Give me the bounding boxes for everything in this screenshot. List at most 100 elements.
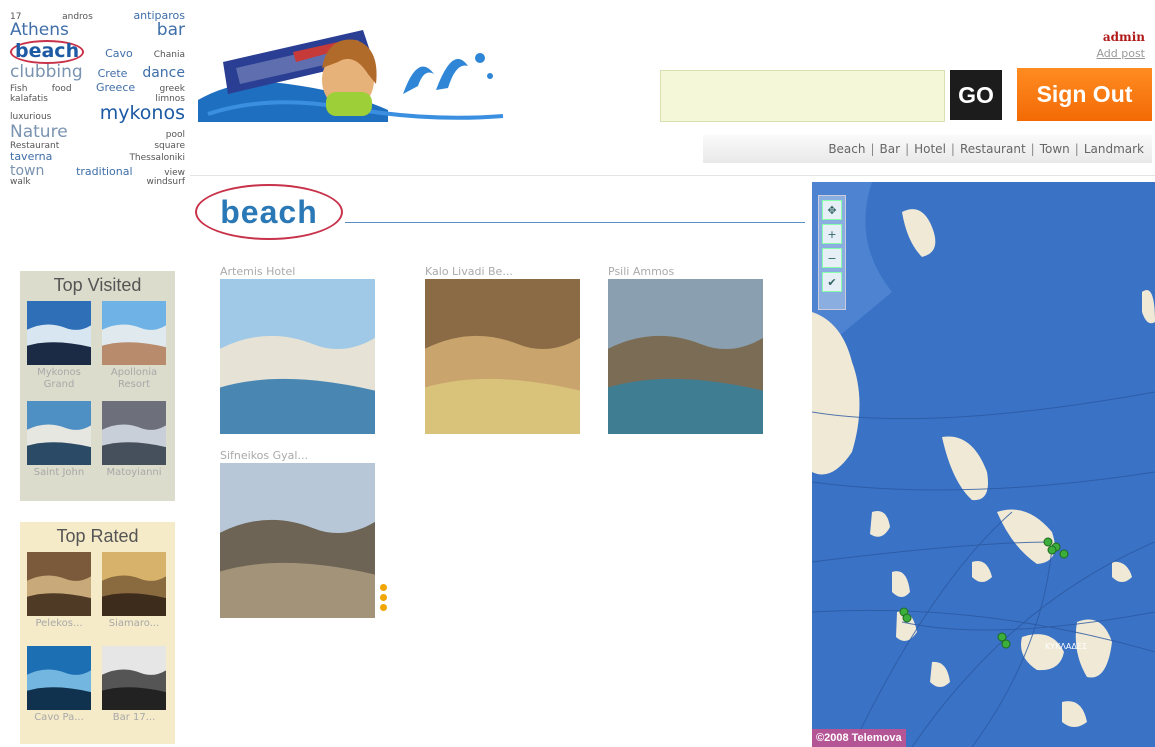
tag-link[interactable]: square <box>154 141 185 151</box>
thumb-caption[interactable]: Apollonia Resort <box>99 367 169 390</box>
top-visited-panel: Top Visited Mykonos Grand Apollonia Resor… <box>20 271 175 501</box>
thumb-photo[interactable] <box>27 646 91 710</box>
category-link[interactable]: Hotel <box>914 142 946 156</box>
thumb-caption[interactable]: Siamaro... <box>99 618 169 630</box>
tag-link[interactable]: clubbing <box>10 63 83 82</box>
category-nav: Beach | Bar | Hotel | Restaurant | Town | Landmark <box>703 135 1152 163</box>
tag-link[interactable]: dance <box>142 66 185 81</box>
tag-cloud-row: Fish food Greece greek <box>10 82 185 94</box>
category-link[interactable]: Beach <box>828 142 865 156</box>
thumb-item[interactable]: Matoyianni <box>99 401 169 501</box>
result-photo[interactable] <box>608 279 763 434</box>
thumb-caption[interactable]: Mykonos Grand <box>24 367 94 390</box>
site-logo[interactable] <box>198 22 508 127</box>
tag-link[interactable]: town <box>10 163 44 179</box>
result-title[interactable]: Psili Ammos <box>608 265 763 279</box>
add-post-link[interactable]: Add post <box>1096 47 1145 60</box>
tag-link[interactable]: Athens <box>10 22 69 40</box>
thumb-photo[interactable] <box>102 646 166 710</box>
tag-link[interactable]: windsurf <box>146 177 185 187</box>
tag-link[interactable]: Nature <box>10 123 68 142</box>
result-card[interactable]: Artemis Hotel <box>220 265 375 434</box>
search-input[interactable] <box>660 70 945 122</box>
result-photo[interactable] <box>220 463 375 618</box>
tag-cloud-row: beach Cavo Chania <box>10 40 185 65</box>
nav-separator: | <box>1030 142 1035 156</box>
header-divider <box>190 175 1155 176</box>
thumb-item[interactable]: Apollonia Resort <box>99 301 169 401</box>
map-controls: ✥ + − ✔ <box>818 195 846 310</box>
tag-link[interactable]: pool <box>166 130 185 140</box>
map-city-label: ΚΥΚΛΑΔΕΣ <box>1045 642 1087 651</box>
page-title-text: beach <box>220 193 318 230</box>
thumb-caption[interactable]: Pelekos... <box>24 618 94 630</box>
tag-link[interactable]: bar <box>157 22 185 40</box>
category-link[interactable]: Town <box>1040 142 1070 156</box>
thumb-photo[interactable] <box>27 301 91 365</box>
thumb-photo[interactable] <box>27 552 91 616</box>
nav-separator: | <box>905 142 910 156</box>
thumb-caption[interactable]: Saint John <box>24 467 94 479</box>
thumb-item[interactable]: Siamaro... <box>99 552 169 646</box>
pan-icon[interactable]: ✥ <box>822 200 842 220</box>
top-visited-list: Mykonos Grand Apollonia Resort Saint John M… <box>20 299 175 503</box>
top-rated-list: Pelekos... Siamaro... Cavo Pa... Bar 17... <box>20 550 175 742</box>
result-card[interactable]: Sifneikos Gyal... <box>220 449 375 618</box>
zoom-out-icon[interactable]: − <box>822 248 842 268</box>
top-rated-title: Top Rated <box>56 526 139 546</box>
thumb-item[interactable]: Pelekos... <box>24 552 94 646</box>
tag-cloud-row: Athens bar <box>10 22 185 40</box>
tag-cloud-row: clubbing Crete dance <box>10 63 185 82</box>
category-link[interactable]: Restaurant <box>960 142 1026 156</box>
more-dots-icon[interactable] <box>380 584 388 614</box>
tag-cloud-row: Nature pool <box>10 123 185 142</box>
tag-link[interactable]: walk <box>10 177 31 187</box>
tag-cloud-row: town traditional view <box>10 163 185 179</box>
result-photo[interactable] <box>220 279 375 434</box>
map-view[interactable] <box>812 182 1155 747</box>
tag-link[interactable]: Greece <box>96 82 135 94</box>
category-link[interactable]: Bar <box>880 142 901 156</box>
result-title[interactable]: Kalo Livadi Be... <box>425 265 580 279</box>
tag-link[interactable]: Crete <box>98 68 128 80</box>
tag-link[interactable]: Thessaloniki <box>129 153 185 163</box>
nav-separator: | <box>950 142 955 156</box>
thumb-photo[interactable] <box>27 401 91 465</box>
thumb-photo[interactable] <box>102 301 166 365</box>
sign-out-button[interactable]: Sign Out <box>1017 68 1152 121</box>
tag-link[interactable]: luxurious <box>10 112 51 122</box>
top-rated-panel: Top Rated Pelekos... Siamaro... Cavo Pa...… <box>20 522 175 744</box>
tag-link[interactable]: food <box>52 84 72 94</box>
result-title[interactable]: Sifneikos Gyal... <box>220 449 375 463</box>
page-title: beach <box>195 184 343 240</box>
result-card[interactable]: Psili Ammos <box>608 265 763 434</box>
tag-cloud: 17 andros antiparos Athens bar beach Cavo Chani… <box>10 10 185 188</box>
tag-link[interactable]: beach <box>10 40 85 65</box>
result-card[interactable]: Kalo Livadi Be... <box>425 265 580 434</box>
layers-icon[interactable]: ✔ <box>822 272 842 292</box>
tag-cloud-row: luxurious mykonos <box>10 103 185 124</box>
thumb-caption[interactable]: Matoyianni <box>99 467 169 479</box>
thumb-caption[interactable]: Bar 17... <box>99 712 169 724</box>
top-visited-title: Top Visited <box>53 275 142 295</box>
thumb-photo[interactable] <box>102 552 166 616</box>
thumb-item[interactable]: Bar 17... <box>99 646 169 740</box>
tag-link[interactable]: Cavo <box>105 48 133 60</box>
category-link[interactable]: Landmark <box>1084 142 1144 156</box>
thumb-item[interactable]: Mykonos Grand <box>24 301 94 401</box>
zoom-in-icon[interactable]: + <box>822 224 842 244</box>
tag-link[interactable]: mykonos <box>100 103 185 124</box>
title-underline <box>345 222 805 223</box>
tag-link[interactable]: kalafatis <box>10 94 48 104</box>
tag-link[interactable]: Chania <box>154 50 185 60</box>
thumb-caption[interactable]: Cavo Pa... <box>24 712 94 724</box>
thumb-item[interactable]: Saint John <box>24 401 94 501</box>
result-photo[interactable] <box>425 279 580 434</box>
tag-cloud-row: walk windsurf <box>10 177 185 187</box>
go-button[interactable]: GO <box>950 70 1002 120</box>
result-title[interactable]: Artemis Hotel <box>220 265 375 279</box>
tag-link[interactable]: taverna <box>10 151 52 163</box>
thumb-item[interactable]: Cavo Pa... <box>24 646 94 740</box>
tag-link[interactable]: traditional <box>76 166 132 178</box>
thumb-photo[interactable] <box>102 401 166 465</box>
